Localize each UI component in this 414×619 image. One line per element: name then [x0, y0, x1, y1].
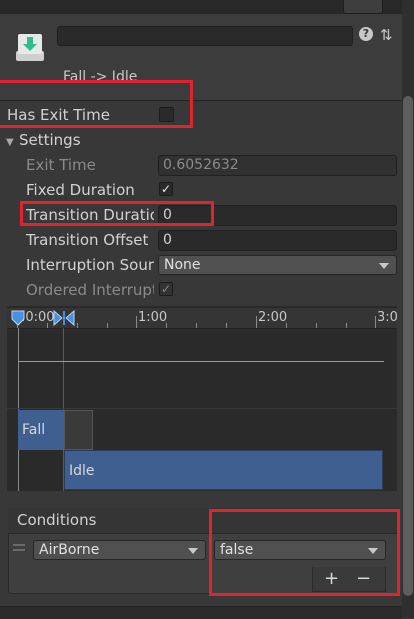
state-bar-fall[interactable]: Fall — [18, 410, 64, 450]
ordered-interruption-label: Ordered Interruptio — [26, 281, 154, 299]
timeline-divider — [7, 408, 397, 409]
name-field[interactable] — [57, 26, 353, 46]
scrollbar-thumb[interactable] — [403, 96, 413, 596]
drag-handle-icon[interactable] — [13, 544, 25, 551]
condition-parameter-dropdown[interactable]: AirBorne — [33, 540, 206, 560]
help-icon[interactable]: ? — [359, 27, 373, 41]
settings-foldout-label[interactable]: Settings — [19, 131, 81, 149]
state-bar-fall-tail — [64, 410, 93, 450]
highlight-transition-duration — [20, 201, 214, 226]
fixed-duration-checkbox[interactable]: ✓ — [159, 182, 173, 196]
fixed-duration-label: Fixed Duration — [26, 181, 135, 199]
bottom-bar — [0, 606, 402, 619]
settings-icon[interactable]: ⇅ — [380, 26, 393, 44]
interruption-source-dropdown[interactable]: None — [158, 255, 397, 275]
highlight-conditions — [209, 509, 400, 596]
curve-line — [18, 361, 384, 362]
chevron-down-icon — [188, 548, 198, 554]
condition-parameter-value: AirBorne — [39, 542, 100, 558]
tick-label: 2:00 — [258, 310, 288, 325]
state-bar-idle[interactable]: Idle — [64, 450, 383, 490]
toolbar-button[interactable] — [343, 0, 383, 14]
exit-time-field: 0.6052632 — [158, 155, 397, 176]
transition-offset-field[interactable]: 0 — [158, 230, 397, 251]
exit-time-label: Exit Time — [26, 156, 96, 174]
transition-marker-icon[interactable] — [53, 309, 75, 330]
interruption-source-label: Interruption Sourc — [26, 256, 154, 274]
start-marker-icon[interactable] — [11, 310, 25, 330]
tick-label: 1:00 — [138, 310, 168, 325]
chevron-down-icon — [379, 263, 389, 269]
settings-foldout-arrow-icon[interactable]: ▼ — [6, 137, 14, 148]
conditions-header-label: Conditions — [17, 511, 97, 529]
tick-label: :0:00 — [21, 310, 55, 325]
interruption-source-value: None — [164, 257, 201, 273]
highlight-has-exit-time — [0, 80, 193, 128]
transition-offset-label: Transition Offset — [26, 231, 149, 249]
ordered-interruption-checkbox: ✓ — [159, 282, 173, 296]
transition-icon — [15, 33, 45, 63]
tick-label: 3:0 — [377, 310, 398, 325]
